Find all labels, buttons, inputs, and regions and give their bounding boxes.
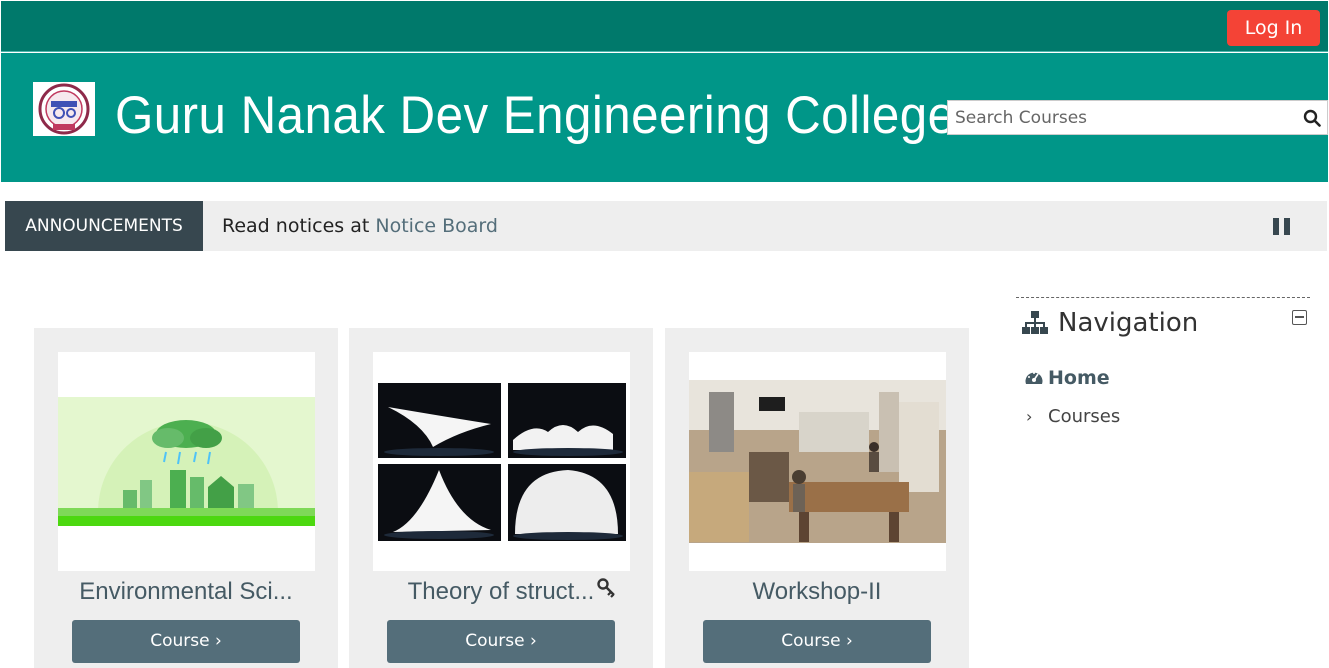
course-title[interactable]: Workshop-II	[665, 575, 969, 609]
course-card[interactable]: Theory of struct... Course ›	[349, 328, 653, 668]
collapse-icon[interactable]	[1292, 310, 1307, 325]
course-button[interactable]: Course ›	[72, 620, 300, 663]
search-input[interactable]	[948, 101, 1288, 134]
site-header: Guru Nanak Dev Engineering College	[1, 53, 1328, 182]
course-image-structures[interactable]	[373, 352, 630, 571]
announcement-text: Read notices at Notice Board	[222, 201, 498, 251]
nav-courses-label: Courses	[1048, 406, 1121, 427]
course-card[interactable]: Environmental Sci... Course ›	[34, 328, 338, 668]
course-image-environment[interactable]	[58, 352, 315, 571]
key-icon	[597, 578, 615, 598]
announcements-label: ANNOUNCEMENTS	[5, 201, 203, 251]
dashboard-icon	[1025, 372, 1043, 384]
nav-item-courses[interactable]: › Courses	[1026, 405, 1120, 429]
login-button[interactable]: Log In	[1227, 10, 1320, 46]
course-button[interactable]: Course ›	[703, 620, 931, 663]
sitemap-icon	[1022, 311, 1048, 334]
course-image-workshop[interactable]	[689, 352, 946, 571]
college-logo[interactable]	[33, 82, 95, 136]
site-title[interactable]: Guru Nanak Dev Engineering College	[115, 83, 956, 149]
search-box	[947, 100, 1328, 135]
course-title[interactable]: Environmental Sci...	[34, 575, 338, 609]
course-button[interactable]: Course ›	[387, 620, 615, 663]
announcement-bar: ANNOUNCEMENTS Read notices at Notice Boa…	[5, 201, 1327, 251]
announcement-message: Read notices at	[222, 215, 376, 237]
course-card[interactable]: Workshop-II Course ›	[665, 328, 969, 668]
navigation-title: Navigation	[1058, 308, 1199, 338]
pause-icon[interactable]	[1273, 218, 1291, 235]
nav-home-label: Home	[1048, 367, 1110, 389]
top-bar: Log In	[1, 1, 1328, 52]
navigation-block: Navigation Home › Courses	[1016, 297, 1310, 457]
nav-item-home[interactable]: Home	[1024, 366, 1110, 390]
notice-board-link[interactable]: Notice Board	[375, 215, 498, 237]
search-icon[interactable]	[1303, 109, 1321, 127]
chevron-right-icon[interactable]: ›	[1026, 405, 1038, 429]
